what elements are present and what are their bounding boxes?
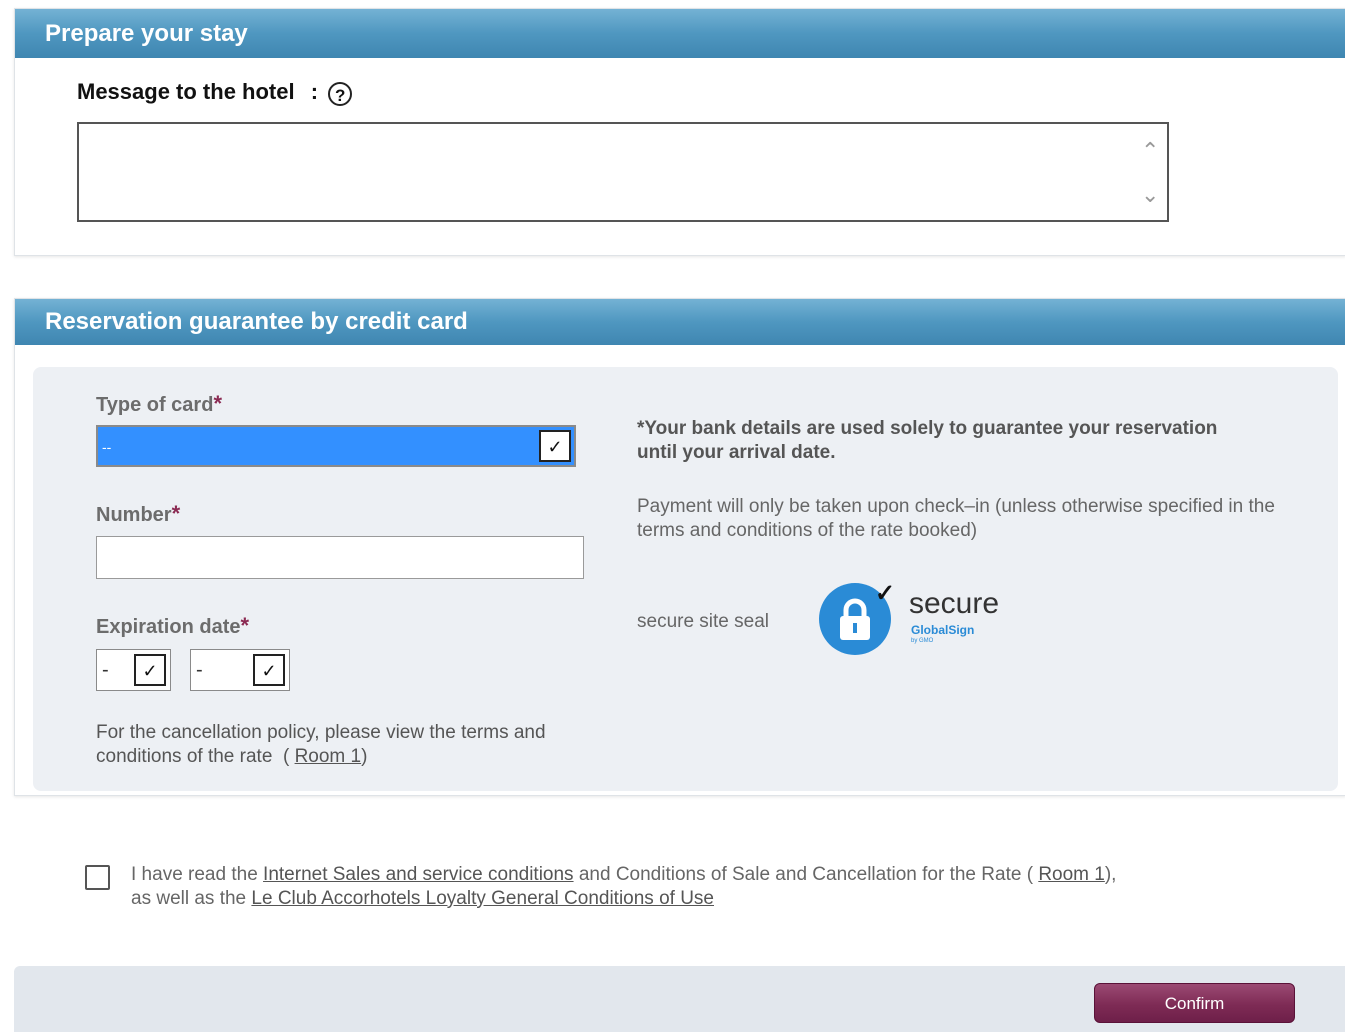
card-type-select[interactable]: -- ✓ <box>96 425 576 467</box>
message-label-colon: : <box>310 79 319 104</box>
message-label-text: Message to the hotel <box>77 79 295 104</box>
lock-icon <box>840 598 870 640</box>
message-label: Message to the hotel : ? <box>77 79 353 106</box>
terms-text-4: as well as the <box>131 888 247 909</box>
policy-paren: ) <box>361 746 368 767</box>
card-type-label-text: Type of card <box>96 394 214 416</box>
terms-text-1: I have read the <box>131 864 258 885</box>
exp-year-select[interactable]: - ✓ <box>190 649 290 691</box>
scroll-up-icon[interactable]: ⌃ <box>1141 140 1159 162</box>
confirm-button[interactable]: Confirm <box>1094 983 1295 1023</box>
terms-text: I have read the Internet Sales and servi… <box>131 863 1321 911</box>
seal-label: secure site seal <box>637 611 770 632</box>
guarantee-title: Reservation guarantee by credit card <box>15 299 1345 345</box>
seal-brand: GlobalSign <box>911 623 975 637</box>
terms-text-2: and Conditions of Sale and Cancellation … <box>578 864 1034 885</box>
scroll-down-icon[interactable]: ⌄ <box>1141 184 1159 206</box>
number-label: Number* <box>96 501 180 527</box>
prepare-stay-title: Prepare your stay <box>15 9 1345 58</box>
sales-conditions-link[interactable]: Internet Sales and service conditions <box>263 864 574 885</box>
card-type-label: Type of card* <box>96 391 222 417</box>
policy-paren: ( <box>282 746 290 767</box>
chevron-down-icon[interactable]: ✓ <box>134 654 166 686</box>
exp-month-select[interactable]: - ✓ <box>96 649 171 691</box>
exp-month-value: - <box>102 659 109 681</box>
prepare-stay-panel: Prepare your stay Message to the hotel :… <box>14 8 1345 256</box>
help-icon[interactable]: ? <box>328 82 353 106</box>
checkmark-icon: ✓ <box>875 580 896 607</box>
room-1-link[interactable]: Room 1 <box>295 746 362 767</box>
exp-year-value: - <box>196 659 203 681</box>
footer-bar: Confirm <box>14 966 1345 1032</box>
terms-text-3: ), <box>1104 864 1117 885</box>
terms-checkbox[interactable] <box>85 865 110 890</box>
globalsign-seal[interactable]: ✓ secure GlobalSign by GMO <box>819 580 1039 663</box>
room-1-link[interactable]: Room 1 <box>1038 864 1105 885</box>
seal-sub: by GMO <box>911 638 934 644</box>
message-scrollbar[interactable]: ⌃ ⌄ <box>1135 126 1165 218</box>
required-asterisk: * <box>213 391 222 416</box>
bank-details-note: *Your bank details are used solely to gu… <box>637 418 1218 463</box>
chevron-down-icon[interactable]: ✓ <box>539 430 571 462</box>
guarantee-panel: Reservation guarantee by credit card Typ… <box>14 298 1345 796</box>
message-textarea[interactable]: ⌃ ⌄ <box>77 122 1169 222</box>
chevron-down-icon[interactable]: ✓ <box>253 654 285 686</box>
guarantee-form: Type of card* -- ✓ Number* Expiration da… <box>33 367 1338 791</box>
expiration-label-text: Expiration date <box>96 616 241 638</box>
payment-note: Payment will only be taken upon check–in… <box>637 496 1275 541</box>
card-type-value: -- <box>102 439 112 455</box>
card-number-input[interactable] <box>96 536 584 579</box>
number-label-text: Number <box>96 504 172 526</box>
expiration-label: Expiration date* <box>96 613 249 639</box>
loyalty-conditions-link[interactable]: Le Club Accorhotels Loyalty General Cond… <box>251 888 714 909</box>
cancellation-policy: For the cancellation policy, please view… <box>96 721 596 769</box>
required-asterisk: * <box>171 501 181 526</box>
seal-secure-text: secure <box>909 587 1000 620</box>
required-asterisk: * <box>240 613 250 638</box>
